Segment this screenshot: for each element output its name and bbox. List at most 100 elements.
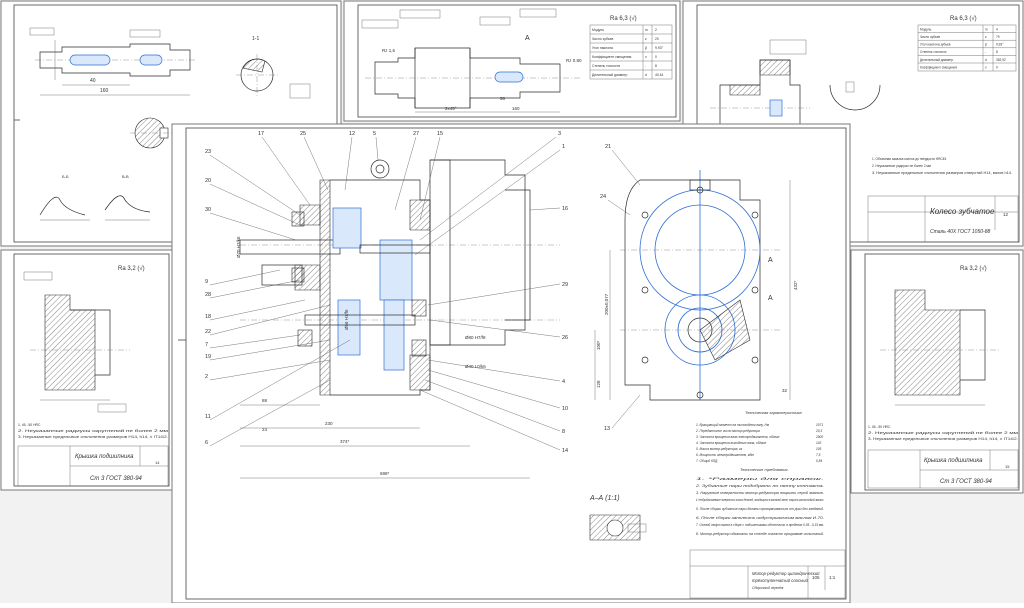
note-text: 2. Неуказанные радиусы не более 2 мм: [872, 164, 931, 168]
callout-label: 30: [205, 207, 211, 213]
spec-val: 40,61: [655, 73, 664, 77]
dim-text: Ø70 H7/k6: [236, 236, 241, 258]
callout-label: 2: [205, 374, 208, 380]
callout-label: 13: [604, 426, 610, 432]
spec-name: Число зубьев: [920, 35, 940, 39]
drawing-canvas: 160 40 1-1 Б-Б В-В 2x45° 160 58 Rz 0.80 …: [0, 0, 1024, 604]
spec-sym: d: [645, 73, 647, 77]
spec-val: 20: [655, 37, 659, 41]
tech-char-text: 5. Масса мотор-редуктора, кг: [696, 447, 743, 451]
spec-name: Число зубьев: [592, 37, 614, 41]
dim-text: 160: [512, 106, 520, 111]
spec-val: 9,93°: [655, 46, 664, 50]
tech-req-text: 8. Мотор-редуктор обкатать на стенде сог…: [696, 532, 824, 536]
sheet-title: Колесо зубчатое: [930, 207, 995, 216]
callout-label: 11: [205, 414, 211, 420]
dim-text: 200±0,077: [604, 293, 609, 315]
spec-val: 352,92: [996, 58, 1006, 62]
spec-sym: β: [645, 46, 647, 50]
dim-text: 230: [325, 421, 333, 426]
spec-val: 9,93°: [996, 43, 1004, 47]
title-line: Сборочный чертёж: [752, 586, 784, 590]
tech-char-title: Техническая характеристика: [745, 410, 802, 415]
roughness-label: Ra 6,3 (√): [950, 15, 977, 22]
callout-label: 16: [562, 206, 568, 212]
spec-name: Коэффициент смещения: [920, 65, 957, 69]
tech-char-text: 4. Частота вращения выходного вала, об/м…: [696, 441, 766, 445]
dim-text: 40: [90, 78, 96, 84]
callout-label: 18: [205, 314, 211, 320]
tech-char-value: 20,3: [815, 429, 822, 433]
spec-sym: x: [645, 55, 647, 59]
title-scale: 1:1: [829, 575, 836, 580]
view-label: Б-Б: [62, 174, 69, 179]
spec-name: Коэффициент смещения: [592, 55, 631, 59]
sheet-material: Сталь 40Х ГОСТ 1050-88: [930, 229, 990, 235]
callout-label: 26: [562, 335, 568, 341]
sheet-gear-shaft-drawing[interactable]: 2x45° 160 58 Rz 0.80 Rz 1,6 А Ra 6,3 (√)…: [343, 0, 681, 122]
dim-text: 160: [100, 88, 109, 94]
tech-char-text: 6. Мощность электродвигателя, кВт: [696, 453, 755, 457]
spec-val: 0: [996, 65, 998, 69]
spec-val: 2: [655, 28, 657, 32]
sheet-title: Крышка подшипника: [75, 454, 134, 460]
spec-val: 79: [996, 35, 1000, 39]
spec-name: Степень точности: [920, 50, 947, 54]
note-text: 3. Неуказанные предельные отклонения раз…: [868, 437, 1018, 441]
dim-text: 100*: [596, 340, 601, 350]
roughness-label: Ra 3,2 (√): [118, 265, 145, 272]
tech-char-text: 1. Вращающий момент на тихоходном валу, …: [696, 423, 770, 427]
spec-name: Угол наклона: [592, 46, 613, 50]
spec-sym: m: [645, 28, 648, 32]
dim-text: 58: [500, 96, 506, 101]
callout-label: 8: [562, 429, 565, 435]
dim-text: 88: [262, 398, 268, 403]
spec-name: Делительный диаметр: [592, 73, 628, 77]
tech-char-value: 2900: [815, 435, 823, 439]
dim-text: Ø56 H7/f6: [344, 309, 349, 330]
callout-label: 7: [205, 342, 208, 348]
spec-sym: m: [985, 28, 988, 32]
callout-label: 9: [205, 279, 208, 285]
tech-req-text: 3. Наружные поверхности мотор-редуктора …: [696, 491, 824, 495]
tech-req-text: 5. После сборки зубчатые пары должны про…: [696, 507, 824, 511]
tech-char-text: 2. Передаточное число мотор-редуктора: [695, 429, 760, 433]
dim-text: Rz 0.80: [566, 58, 582, 63]
tech-char-text: 7. Общий КПД: [696, 459, 718, 463]
tech-char-text: 3. Частота вращения вала электродвигател…: [696, 435, 780, 439]
spec-sym: -: [645, 64, 646, 68]
dim-text: Ø40 L0/k6: [465, 364, 486, 369]
sheet-bearing-cover-left[interactable]: Ra 3,2 (√) 1. 45...50 HRC 2. Неуказанные…: [0, 249, 174, 491]
sheet-bearing-cover-right[interactable]: Ra 3,2 (√) 1. 45...50 HRC 2. Неуказанные…: [850, 249, 1024, 494]
dim-text: 2x45°: [445, 106, 457, 111]
roughness-label: Ra 3,2 (√): [960, 265, 987, 272]
callout-label: 3: [558, 131, 561, 137]
callout-label: 10: [562, 406, 568, 412]
spec-name: Делительный диаметр: [920, 58, 954, 62]
tech-req-text: 7. Осевой люфт валов в сборе с подшипник…: [696, 523, 824, 527]
callout-label: 21: [605, 144, 611, 150]
sheet-number: 14: [155, 460, 160, 465]
callout-label: 17: [258, 131, 264, 137]
dim-text: Ø80 H7/f8: [465, 335, 486, 340]
sheet-main-assembly[interactable]: 23 20 30 9 28 18 22 7 19 2 11 6 17 25 12…: [171, 123, 851, 604]
spec-name: Модуль: [592, 28, 604, 32]
spec-sym: z: [645, 37, 647, 41]
note-text: 2. Неуказанные радиусы скруглений не бол…: [868, 431, 1019, 435]
spec-val: 8: [655, 64, 657, 68]
dim-text: 432*: [793, 280, 798, 290]
spec-val: 4: [996, 28, 998, 32]
tech-char-value: 7,5: [816, 453, 821, 457]
dim-text: 24: [262, 427, 268, 432]
section-mark: А: [525, 35, 530, 42]
callout-label: 15: [437, 131, 443, 137]
callout-label: 19: [205, 354, 211, 360]
spec-sym: -: [985, 50, 986, 54]
tech-req-text: 6. После сборки заполнить индустриальным…: [696, 516, 824, 520]
callout-label: 6: [205, 440, 208, 446]
tech-req-text: 1. *Размеры для справок.: [696, 477, 824, 481]
note-text: 1. Объемная закалка колеса до твердости …: [872, 157, 946, 161]
note-text: 2. Неуказанные радиусы скруглений не бол…: [18, 429, 169, 433]
callout-label: 20: [205, 178, 211, 184]
roughness-label: Ra 6,3 (√): [610, 15, 637, 22]
